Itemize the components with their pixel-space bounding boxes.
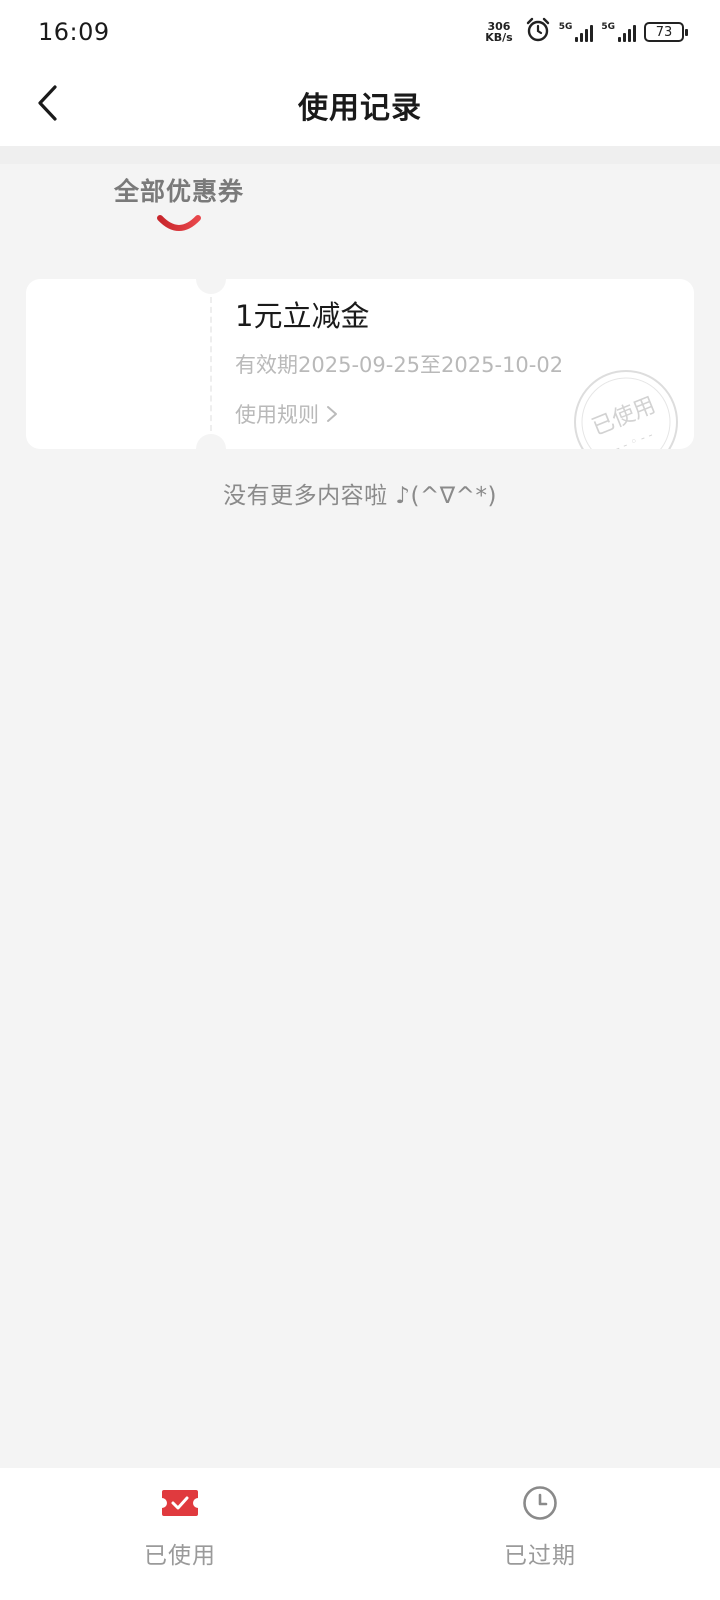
coupon-rules-label: 使用规则 [235,403,319,427]
signal-bar [623,33,626,42]
used-stamp-icon: 已使用 - - ◦ - - [574,370,678,449]
coupon-left-panel [26,279,212,449]
signal-icon: 5G [601,22,636,42]
tab-all-coupons-label: 全部优惠券 [113,177,244,206]
signal-icon: 5G [559,22,594,42]
signal-bar [585,29,589,42]
clock-icon [521,1484,559,1522]
signal-type-label: 5G [558,22,573,32]
coupon-title: 1元立减金 [235,299,370,333]
bottom-tab-expired-label: 已过期 [504,1543,576,1569]
chevron-right-icon [327,406,337,422]
chevron-left-icon [38,85,57,121]
screen: 16:09 306 KB/s 5G 5G 73 使用记录 全部优惠券 1元立减金… [0,0,720,1600]
tab-active-indicator [157,215,201,231]
signal-bar [633,25,636,42]
tab-all-coupons[interactable]: 全部优惠券 [108,172,250,234]
signal-bar [580,33,584,42]
coupon-validity: 有效期2025-09-25至2025-10-02 [235,353,564,377]
signal-type-label: 5G [601,22,615,32]
status-time: 16:09 [38,18,110,46]
nav-bar: 使用记录 [0,64,720,146]
ticket-check-icon [161,1484,199,1522]
list-end-text: 没有更多内容啦 ♪(^∇^*) [223,483,497,509]
network-speed-unit: KB/s [485,31,513,44]
signal-bar [575,37,579,42]
coupon-rules-link[interactable]: 使用规则 [235,399,339,429]
bottom-tab-used[interactable]: 已使用 [0,1468,360,1600]
signal-bar [618,37,621,42]
status-bar: 16:09 306 KB/s 5G 5G 73 [0,0,720,64]
filter-tabs: 全部优惠券 [0,164,720,244]
signal-bar [628,29,631,42]
bottom-tab-expired[interactable]: 已过期 [360,1468,720,1600]
network-speed: 306 KB/s [485,21,512,43]
bottom-tab-bar: 已使用 已过期 [0,1468,720,1600]
alarm-icon [525,17,551,47]
status-icons: 306 KB/s 5G 5G 73 [485,17,688,47]
page-title: 使用记录 [298,91,422,126]
battery-level: 73 [655,24,673,40]
coupon-perforation [210,297,212,431]
header-divider [0,146,720,164]
bottom-tab-used-label: 已使用 [144,1543,216,1569]
signal-bar [590,25,594,42]
back-button[interactable] [22,78,72,128]
battery-icon: 73 [644,22,688,42]
coupon-card[interactable]: 1元立减金 有效期2025-09-25至2025-10-02 使用规则 已使用 … [26,279,694,449]
